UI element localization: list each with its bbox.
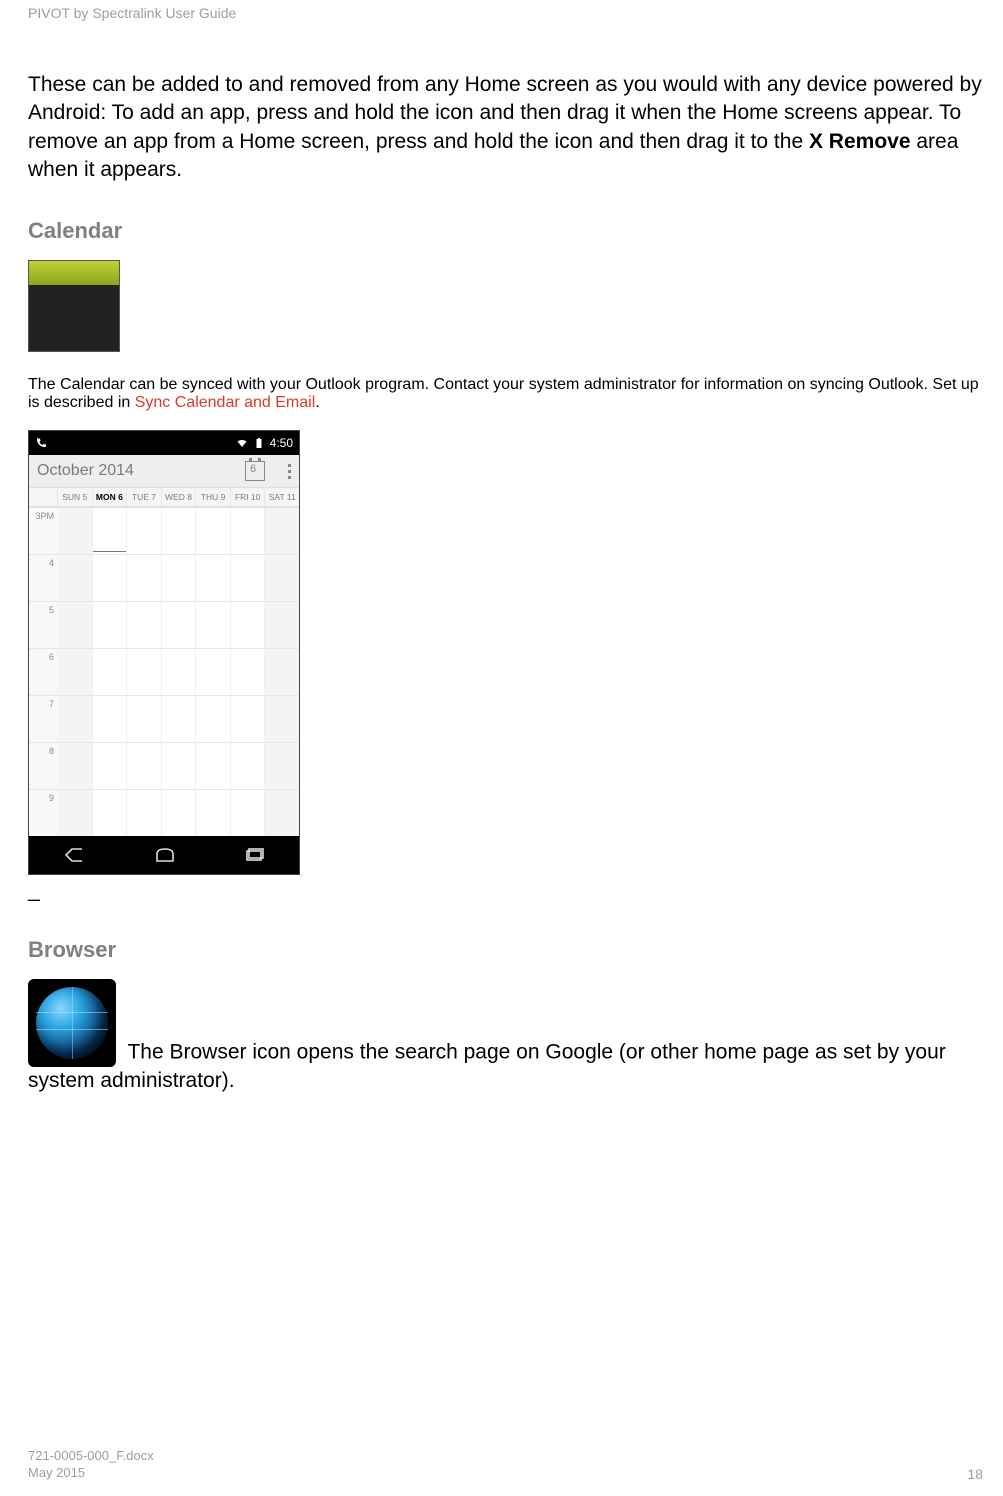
month-label[interactable]: October 2014 <box>37 462 134 480</box>
intro-bold: X Remove <box>809 130 911 153</box>
time-label: 7 <box>29 695 57 742</box>
day-header[interactable]: THU 9 <box>195 488 230 506</box>
calendar-text2: . <box>315 394 319 411</box>
day-headers: SUN 5 MON 6 TUE 7 WED 8 THU 9 FRI 10 SAT… <box>29 488 299 507</box>
calendar-paragraph <box>28 260 983 352</box>
day-header[interactable]: WED 8 <box>161 488 196 506</box>
time-label: 5 <box>29 601 57 648</box>
home-icon[interactable] <box>153 845 177 865</box>
time-label: 4 <box>29 554 57 601</box>
footer-date: May 2015 <box>28 1464 154 1482</box>
today-icon[interactable] <box>245 461 265 481</box>
calendar-header-bar: October 2014 <box>29 455 299 488</box>
footer-page-number: 18 <box>967 1466 983 1482</box>
time-label: 8 <box>29 742 57 789</box>
android-nav-bar <box>29 836 299 874</box>
day-header[interactable]: SUN 5 <box>57 488 92 506</box>
sync-calendar-link[interactable]: Sync Calendar and Email <box>135 394 316 411</box>
time-label: 3PM <box>29 507 57 554</box>
back-icon[interactable] <box>62 845 88 865</box>
browser-paragraph: The Browser icon opens the search page o… <box>28 979 983 1095</box>
intro-paragraph: These can be added to and removed from a… <box>28 71 983 184</box>
status-bar: 4:50 <box>29 431 299 455</box>
battery-icon <box>253 437 265 449</box>
calendar-app-icon <box>28 260 120 352</box>
recent-apps-icon[interactable] <box>242 845 266 865</box>
day-header[interactable]: FRI 10 <box>230 488 265 506</box>
overflow-menu-icon[interactable] <box>277 464 291 479</box>
day-header[interactable]: SAT 11 <box>264 488 299 506</box>
footer-filename: 721-0005-000_F.docx <box>28 1447 154 1465</box>
calendar-screenshot: 4:50 October 2014 SUN 5 MON 6 TUE 7 WED … <box>28 430 300 875</box>
status-time: 4:50 <box>270 436 293 450</box>
phone-status-icon <box>35 437 47 449</box>
time-label: 9 <box>29 789 57 836</box>
browser-app-icon <box>28 979 116 1067</box>
browser-text: The Browser icon opens the search page o… <box>28 1041 946 1092</box>
day-header[interactable]: TUE 7 <box>126 488 161 506</box>
calendar-heading: Calendar <box>28 218 983 244</box>
time-label: 6 <box>29 648 57 695</box>
doc-header: PIVOT by Spectralink User Guide <box>28 5 983 21</box>
calendar-grid[interactable]: 3PM 4 5 6 7 8 9 <box>29 507 299 836</box>
browser-heading: Browser <box>28 937 983 963</box>
trailing-underscore: _ <box>28 879 40 902</box>
page-footer: 721-0005-000_F.docx May 2015 18 <box>28 1447 983 1482</box>
day-header[interactable]: MON 6 <box>92 488 127 506</box>
wifi-icon <box>236 437 248 449</box>
